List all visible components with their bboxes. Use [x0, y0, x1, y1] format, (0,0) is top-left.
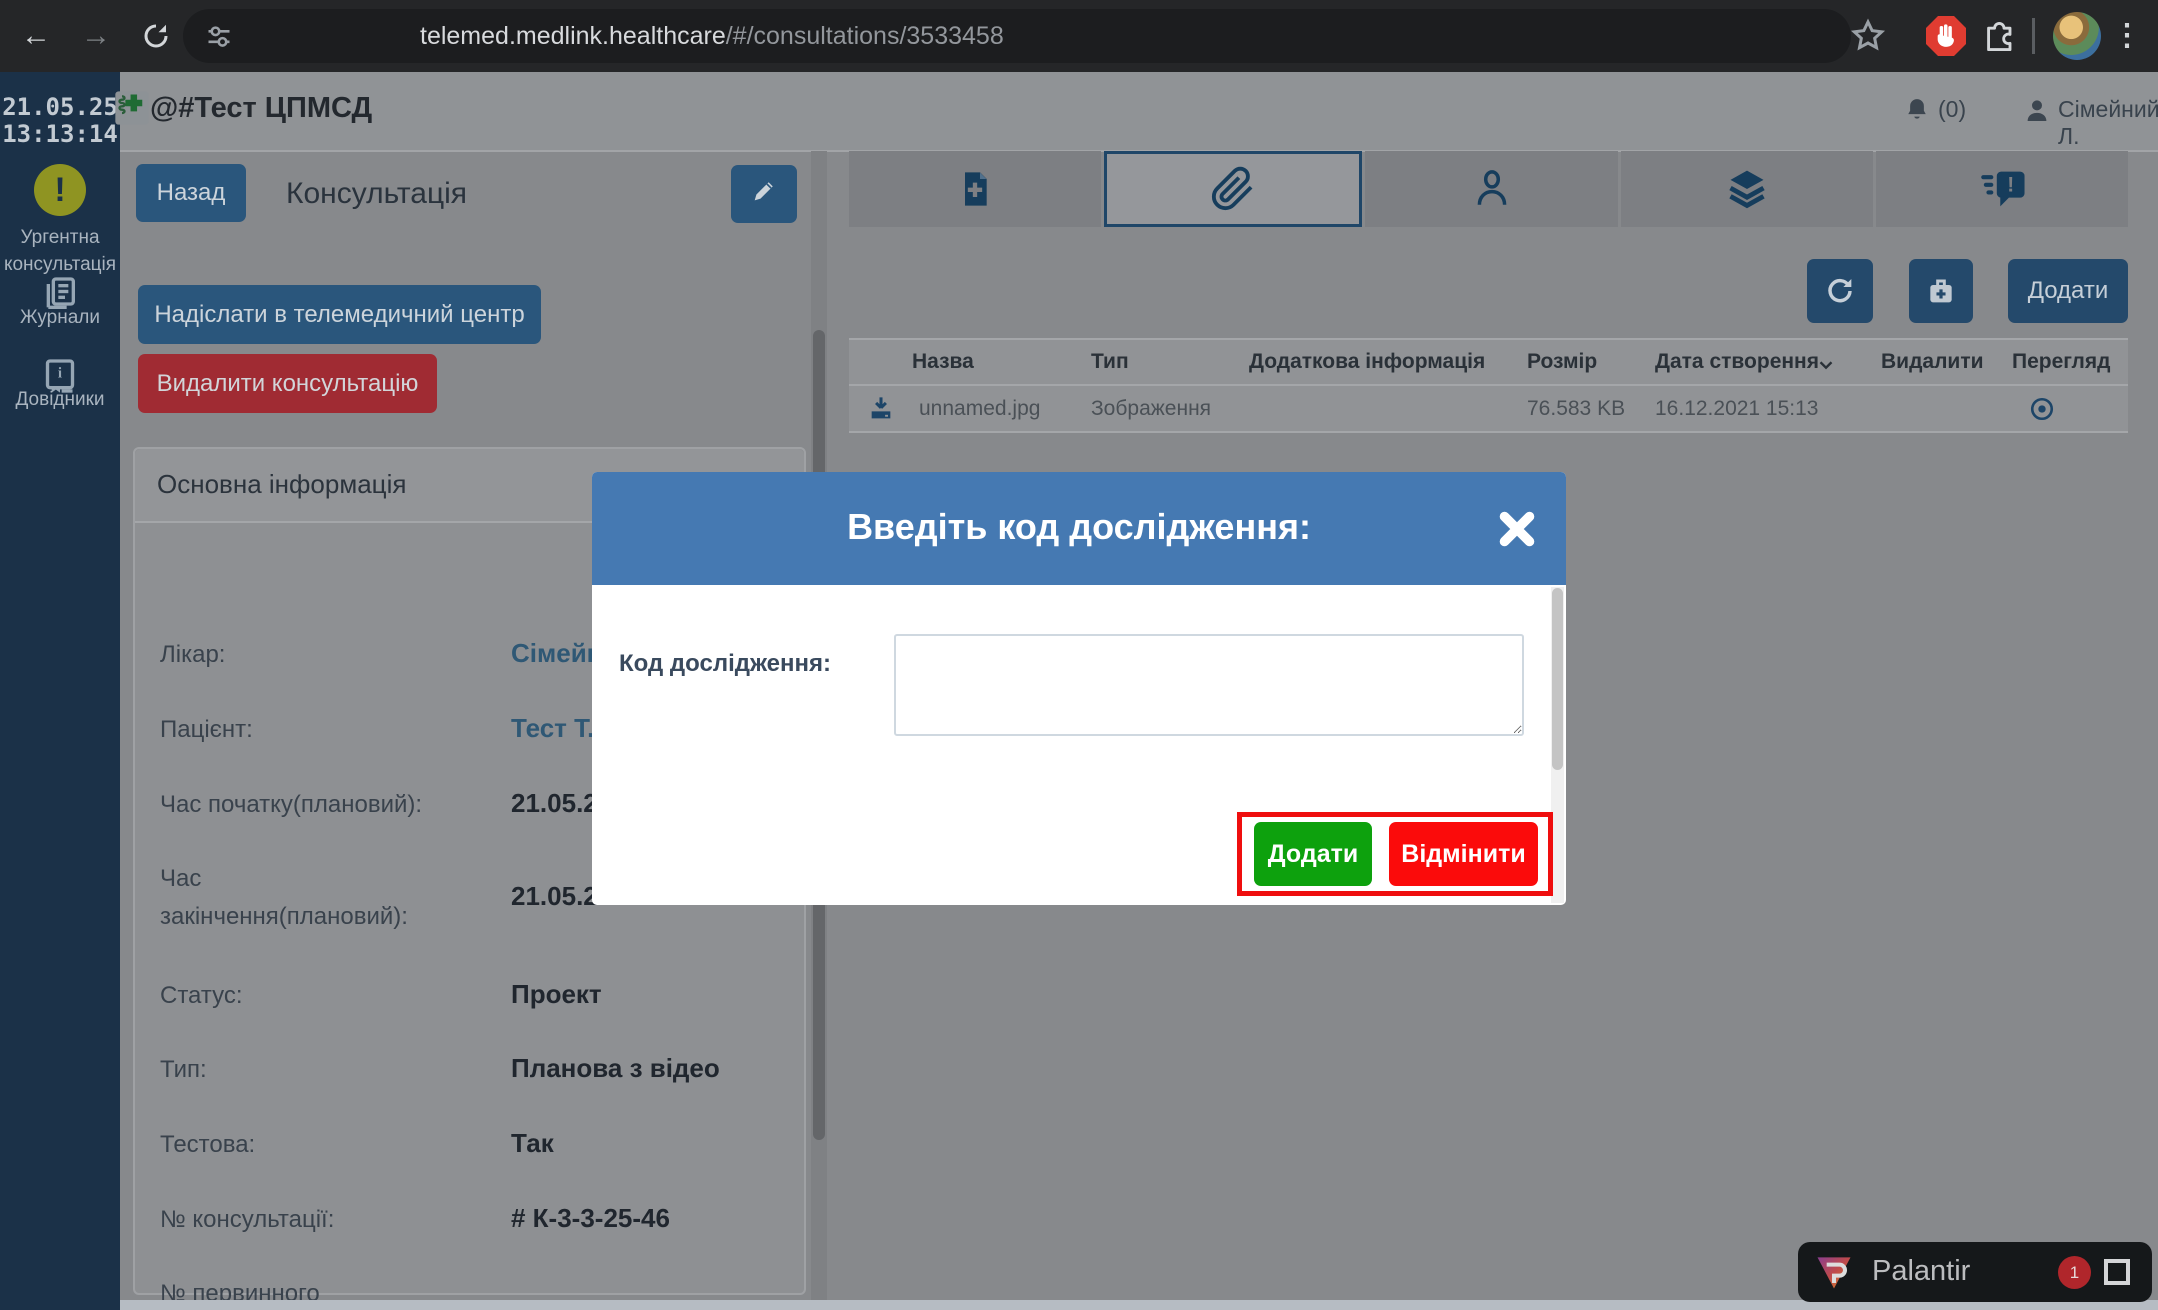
palantir-widget[interactable]: Palantir 1	[1798, 1242, 2152, 1302]
comment-alert-icon: !	[1976, 167, 2028, 211]
sidebar-clock: 21.05.25 13:13:14	[0, 94, 120, 148]
browser-toolbar: ← → telemed.medlink.healthcare/#/consult…	[0, 0, 2158, 72]
journals-label: Журнали	[0, 304, 120, 331]
field-value-status: Проект	[511, 979, 796, 1010]
adblock-icon[interactable]	[1926, 16, 1966, 56]
send-to-telemedicine-button[interactable]: Надіслати в телемедичний центр	[138, 285, 541, 344]
col-view: Перегляд	[2012, 350, 2110, 374]
paperclip-icon	[1210, 166, 1256, 212]
tab-patient[interactable]	[1365, 151, 1617, 227]
download-icon[interactable]	[867, 395, 895, 423]
pencil-icon	[750, 177, 778, 205]
sidebar: 21.05.25 13:13:14 ! Ургентна консультаці…	[0, 72, 120, 1310]
notifications-bell-icon[interactable]	[1902, 96, 1932, 126]
modal-title: Введіть код дослідження:	[592, 506, 1566, 548]
browser-back-icon[interactable]: ←	[14, 14, 58, 58]
palantir-logo-icon	[1812, 1250, 1856, 1294]
url-text[interactable]: telemed.medlink.healthcare/#/consultatio…	[420, 22, 1004, 51]
person-icon	[1471, 168, 1513, 210]
app-header: @#Тест ЦПМСД (0) Сімейний Л.	[120, 72, 2158, 152]
row-name[interactable]: unnamed.jpg	[919, 397, 1040, 421]
row-type: Зображення	[1091, 397, 1211, 421]
field-value-consultation-number: # К-3-3-25-46	[511, 1203, 796, 1234]
view-eye-icon[interactable]	[2029, 396, 2055, 422]
tab-comments[interactable]: !	[1876, 151, 2128, 227]
handbooks-label: Довідники	[0, 386, 120, 413]
urgent-label-line1: Ургентна	[0, 224, 120, 251]
modal-close-icon[interactable]	[1492, 504, 1542, 554]
layers-icon	[1725, 167, 1769, 211]
urgent-alert-icon: !	[34, 164, 86, 216]
modal-header: Введіть код дослідження:	[592, 472, 1566, 585]
tab-medical-document[interactable]	[849, 151, 1101, 227]
research-code-label: Код дослідження:	[619, 650, 831, 678]
browser-forward-icon[interactable]: →	[74, 14, 118, 58]
back-button[interactable]: Назад	[136, 164, 246, 222]
table-row: unnamed.jpg Зображення 76.583 KB 16.12.2…	[849, 386, 2128, 433]
field-label: Статус:	[160, 977, 490, 1015]
col-delete: Видалити	[1881, 350, 1984, 374]
col-name[interactable]: Назва	[912, 350, 974, 374]
bookmark-star-icon[interactable]	[1848, 16, 1888, 56]
palantir-badge: 1	[2058, 1256, 2091, 1289]
user-icon	[2022, 96, 2052, 126]
palantir-window-icon[interactable]	[2104, 1259, 2130, 1285]
clock-time: 13:13:14	[0, 121, 120, 148]
field-label: Тип:	[160, 1051, 490, 1089]
field-label: Час закінчення(плановий):	[160, 860, 490, 936]
row-created: 16.12.2021 15:13	[1655, 397, 1819, 421]
col-extra[interactable]: Додаткова інформація	[1249, 350, 1485, 374]
field-label: Час початку(плановий):	[160, 786, 490, 824]
add-attachment-button[interactable]: Додати	[2008, 259, 2128, 323]
palantir-name: Palantir	[1872, 1255, 1970, 1288]
current-user-name[interactable]: Сімейний Л.	[2058, 96, 2158, 150]
modal-cancel-button[interactable]: Відмінити	[1389, 822, 1538, 886]
browser-menu-icon[interactable]: ⋮	[2112, 12, 2142, 60]
tab-attachments[interactable]	[1104, 151, 1362, 227]
extensions-puzzle-icon[interactable]	[1980, 16, 2020, 56]
delete-consultation-button[interactable]: Видалити консультацію	[138, 354, 437, 413]
profile-avatar[interactable]	[2053, 12, 2101, 60]
toolbar-separator	[2032, 18, 2035, 54]
field-value-type: Планова з відео	[511, 1053, 796, 1084]
col-size[interactable]: Розмір	[1527, 350, 1597, 374]
main-info-title: Основна інформація	[157, 469, 406, 500]
modal-submit-button[interactable]: Додати	[1254, 822, 1372, 886]
page-title: @#Тест ЦПМСД	[150, 92, 372, 125]
refresh-button[interactable]	[1807, 259, 1873, 323]
field-label: № консультації:	[160, 1201, 490, 1239]
field-label: Лікар:	[160, 636, 490, 674]
row-size: 76.583 KB	[1527, 397, 1625, 421]
attachment-tabs: !	[849, 151, 2128, 227]
url-bar[interactable]: telemed.medlink.healthcare/#/consultatio…	[183, 9, 1851, 63]
research-code-modal: Введіть код дослідження: Код дослідження…	[592, 472, 1566, 905]
consultation-title: Консультація	[286, 177, 467, 211]
svg-text:!: !	[2007, 174, 2014, 197]
modal-scrollbar-thumb[interactable]	[1552, 588, 1563, 770]
table-header-row: Назва Тип Додаткова інформація Розмір Да…	[849, 340, 2128, 386]
research-code-input[interactable]	[894, 634, 1524, 736]
col-created[interactable]: Дата створення	[1655, 350, 1819, 374]
clock-date: 21.05.25	[0, 94, 120, 121]
field-label: Пацієнт:	[160, 711, 490, 749]
attachments-table: Назва Тип Додаткова інформація Розмір Да…	[849, 338, 2128, 433]
notifications-count[interactable]: (0)	[1938, 96, 1966, 123]
field-value-test: Так	[511, 1128, 796, 1159]
col-type[interactable]: Тип	[1091, 350, 1129, 374]
refresh-icon	[1824, 275, 1856, 307]
screen: ← → telemed.medlink.healthcare/#/consult…	[0, 0, 2158, 1310]
svg-text:i: i	[58, 366, 62, 382]
upload-media-button[interactable]	[1909, 259, 1973, 323]
tab-history[interactable]	[1621, 151, 1873, 227]
field-label: Тестова:	[160, 1126, 490, 1164]
site-settings-icon[interactable]	[205, 22, 233, 50]
clinic-logo-icon	[112, 88, 152, 128]
file-medical-icon	[955, 169, 995, 209]
browser-reload-icon[interactable]	[134, 14, 178, 58]
sort-desc-icon[interactable]	[1815, 354, 1837, 376]
medical-bag-icon	[1925, 275, 1957, 307]
edit-button[interactable]	[731, 165, 797, 223]
